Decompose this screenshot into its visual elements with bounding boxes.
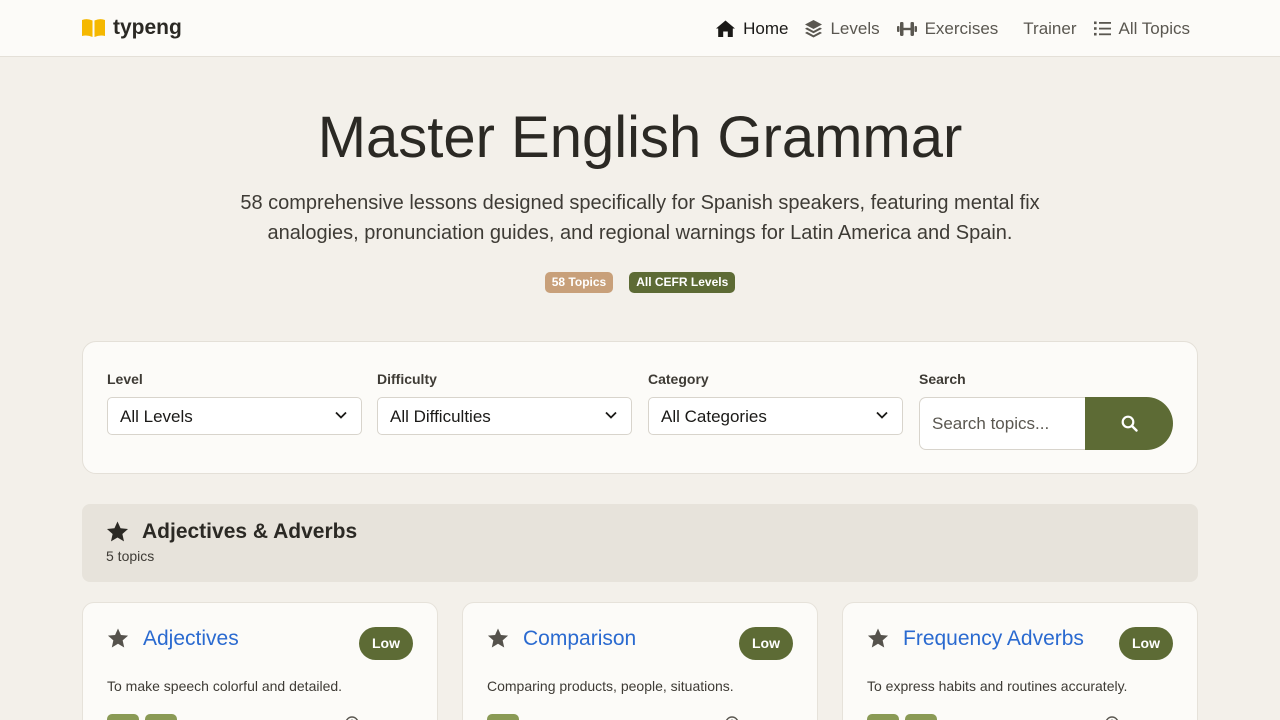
search-input[interactable] bbox=[919, 397, 1087, 450]
list-icon bbox=[1093, 21, 1111, 36]
difficulty-badge: Low bbox=[1119, 627, 1173, 660]
star-icon bbox=[107, 628, 129, 648]
main-nav: Home Levels Exercises Trainer All Topics bbox=[699, 0, 1190, 57]
star-icon bbox=[106, 521, 129, 542]
nav-label-exercises: Exercises bbox=[924, 18, 999, 38]
clock-icon bbox=[346, 716, 358, 720]
category-header: Adjectives & Adverbs 5 topics bbox=[82, 504, 1198, 582]
level-select[interactable]: All Levels bbox=[107, 397, 362, 435]
search-label: Search bbox=[919, 371, 966, 387]
layers-icon bbox=[805, 19, 823, 37]
level-tags bbox=[487, 714, 519, 720]
brand-name: typeng bbox=[113, 16, 182, 39]
topic-title-link[interactable]: Adjectives bbox=[143, 627, 239, 651]
page-title: Master English Grammar bbox=[317, 105, 963, 170]
nav-item-levels[interactable]: Levels bbox=[805, 18, 880, 39]
search-group bbox=[919, 397, 1174, 450]
brand-logo-link[interactable]: typeng bbox=[82, 16, 182, 40]
topic-title-link[interactable]: Frequency Adverbs bbox=[903, 627, 1084, 651]
star-icon bbox=[487, 628, 509, 648]
star-icon bbox=[867, 628, 889, 648]
difficulty-select-value: All Difficulties bbox=[390, 407, 491, 426]
nav-item-all-topics[interactable]: All Topics bbox=[1093, 18, 1191, 39]
nav-label-levels: Levels bbox=[830, 18, 880, 38]
top-navbar: typeng Home Levels Exercises Trainer All… bbox=[0, 0, 1280, 57]
chevron-down-icon bbox=[605, 411, 617, 419]
level-filter-label: Level bbox=[107, 371, 143, 387]
hero-badges: 58 Topics All CEFR Levels bbox=[0, 272, 1280, 293]
clock-icon bbox=[1106, 716, 1118, 720]
category-topic-count: 5 topics bbox=[106, 548, 155, 564]
nav-label-home: Home bbox=[743, 18, 789, 38]
nav-item-trainer[interactable]: Trainer bbox=[1023, 19, 1076, 39]
topic-description: Comparing products, people, situations. bbox=[487, 678, 734, 694]
level-tag bbox=[867, 714, 899, 720]
level-tag bbox=[145, 714, 177, 720]
difficulty-badge: Low bbox=[739, 627, 793, 660]
level-tags bbox=[867, 714, 937, 720]
clock-icon bbox=[726, 716, 738, 720]
level-tag bbox=[905, 714, 937, 720]
difficulty-badge: Low bbox=[359, 627, 413, 660]
cefr-levels-badge: All CEFR Levels bbox=[629, 272, 736, 293]
topic-title-link[interactable]: Comparison bbox=[523, 627, 636, 651]
topic-card[interactable]: Adjectives Low To make speech colorful a… bbox=[82, 602, 438, 720]
dumbbell-icon bbox=[896, 21, 917, 36]
nav-label-all-topics: All Topics bbox=[1118, 18, 1191, 38]
topics-count-badge: 58 Topics bbox=[544, 272, 614, 293]
category-title: Adjectives & Adverbs bbox=[142, 520, 358, 543]
category-select[interactable]: All Categories bbox=[648, 397, 903, 435]
topic-description: To make speech colorful and detailed. bbox=[107, 678, 343, 694]
topic-card[interactable]: Frequency Adverbs Low To express habits … bbox=[842, 602, 1198, 720]
search-button[interactable] bbox=[1085, 397, 1173, 450]
chevron-down-icon bbox=[876, 411, 888, 419]
nav-label-trainer: Trainer bbox=[1023, 18, 1077, 38]
level-tag bbox=[487, 714, 519, 720]
category-filter-label: Category bbox=[648, 371, 709, 387]
nav-item-home[interactable]: Home bbox=[716, 19, 788, 39]
topic-card[interactable]: Comparison Low Comparing products, peopl… bbox=[462, 602, 818, 720]
difficulty-filter-label: Difficulty bbox=[377, 371, 437, 387]
search-icon bbox=[1121, 415, 1138, 432]
nav-item-exercises[interactable]: Exercises bbox=[896, 18, 999, 39]
book-icon bbox=[82, 19, 105, 37]
level-select-value: All Levels bbox=[120, 407, 193, 426]
category-select-value: All Categories bbox=[661, 407, 767, 426]
filter-panel: Level All Levels Difficulty All Difficul… bbox=[82, 341, 1198, 474]
difficulty-select[interactable]: All Difficulties bbox=[377, 397, 632, 435]
topic-description: To express habits and routines accuratel… bbox=[867, 678, 1128, 694]
home-icon bbox=[716, 20, 736, 37]
level-tag bbox=[107, 714, 139, 720]
level-tags bbox=[107, 714, 177, 720]
chevron-down-icon bbox=[335, 411, 347, 419]
page-subtitle: 58 comprehensive lessons designed specif… bbox=[240, 192, 1040, 244]
